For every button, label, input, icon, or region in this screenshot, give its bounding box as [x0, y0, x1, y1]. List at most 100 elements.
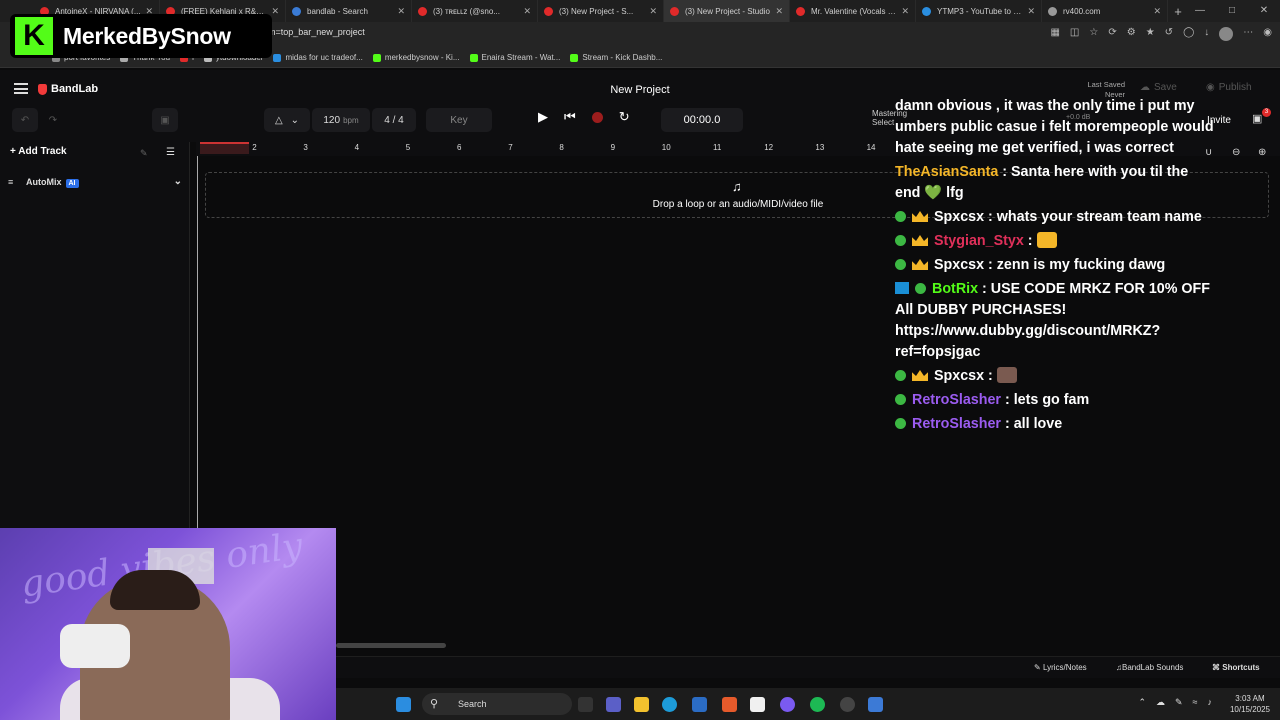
browser-tab[interactable]: YTMP3 - YouTube to MP3 ✕ — [916, 0, 1042, 22]
pen-icon[interactable]: ✎ — [1175, 697, 1183, 708]
close-tab-icon[interactable]: ✕ — [1153, 6, 1161, 17]
url-field[interactable]: m=top_bar_new_project — [268, 27, 365, 37]
screen: AntoineX - NIRVANA (... ✕ (FREE) Kehlani x… — [0, 0, 1280, 720]
close-tab-icon[interactable]: ✕ — [523, 6, 531, 17]
bookmark-item[interactable]: Enaira Stream - Wat... — [469, 53, 560, 62]
browser-tab[interactable]: rv400.com ✕ — [1042, 0, 1168, 22]
save-button[interactable]: ☁ Save — [1140, 82, 1177, 93]
close-tab-icon[interactable]: ✕ — [397, 6, 405, 17]
kick-logo: K — [15, 17, 53, 55]
bookmark-item[interactable]: Stream - Kick Dashb... — [570, 53, 662, 62]
record-icon[interactable] — [591, 111, 603, 123]
browser-tab[interactable]: bandlab - Search ✕ — [286, 0, 412, 22]
chevron-down-icon[interactable]: ⌄ — [174, 176, 182, 187]
extensions-icon[interactable]: ⚙ — [1127, 27, 1136, 41]
metronome-button[interactable]: △ ⌄ — [264, 108, 310, 132]
undo-icon[interactable]: ↶ — [12, 108, 38, 132]
chat-username[interactable]: RetroSlasher — [912, 416, 1001, 432]
copilot-icon[interactable]: ◉ — [1263, 27, 1272, 41]
chat-username[interactable]: Stygian_Styx — [934, 233, 1024, 249]
browser-tab[interactable]: (3) ᴛʀᴇʟʟᴢ (@sno... ✕ — [412, 0, 538, 22]
chevron-up-icon[interactable]: ⌃ — [1138, 697, 1146, 708]
shortcuts-button[interactable]: ⌘ Shortcuts — [1212, 663, 1260, 672]
tempo-field[interactable]: 120 bpm — [312, 108, 370, 132]
gift-icon[interactable]: ▣ — [1252, 112, 1262, 125]
notepad-icon[interactable] — [868, 697, 883, 712]
more-menu-icon[interactable]: ⋯ — [1243, 27, 1253, 41]
shield-icon[interactable]: ◯ — [1183, 27, 1194, 41]
chat-username[interactable]: Spxcsx — [934, 257, 984, 273]
profile-avatar[interactable] — [1219, 27, 1234, 41]
close-tab-icon[interactable]: ✕ — [271, 6, 279, 17]
edge-icon[interactable] — [662, 697, 677, 712]
history-icon[interactable]: ↺ — [1165, 27, 1173, 41]
downloads-icon[interactable]: ↓ — [1204, 27, 1209, 41]
instrument-panel-icon[interactable]: ▣ — [152, 108, 178, 132]
chat-username[interactable]: Spxcsx — [934, 368, 984, 384]
store-icon[interactable] — [692, 697, 707, 712]
bandlab-sounds-button[interactable]: ♫BandLab Sounds — [1116, 663, 1183, 672]
close-tab-icon[interactable]: ✕ — [649, 6, 657, 17]
crown-badge-icon — [912, 259, 928, 270]
browser-tab[interactable]: Mr. Valentine (Vocals O... ✕ — [790, 0, 916, 22]
key-selector[interactable]: Key — [426, 108, 492, 132]
windows-start-icon[interactable] — [396, 697, 411, 712]
tab-favicon-icon — [544, 6, 553, 16]
tab-title: Mr. Valentine (Vocals O... — [811, 6, 898, 16]
copilot-app-icon[interactable] — [722, 697, 737, 712]
chat-username[interactable]: RetroSlasher — [912, 392, 1001, 408]
taskbar-search[interactable]: ⚲ Search — [422, 693, 572, 715]
minimize-icon[interactable]: — — [1184, 0, 1216, 22]
bookmark-icon — [372, 53, 381, 62]
browser-tab[interactable]: (3) New Project - S... ✕ — [538, 0, 664, 22]
track-settings-icon[interactable]: ☰ — [166, 147, 175, 158]
taskbar-clock[interactable]: 3:03 AM 10/15/2025 — [1230, 693, 1270, 715]
lyrics-notes-button[interactable]: ✎ Lyrics/Notes — [1034, 663, 1087, 672]
pencil-icon[interactable]: ✎ — [140, 148, 148, 159]
volume-icon[interactable]: ♪ — [1208, 697, 1213, 708]
chat-username[interactable]: BotRix — [932, 281, 978, 297]
zoom-in-icon[interactable]: ⊕ — [1258, 147, 1266, 158]
tab-favicon-icon — [418, 6, 427, 16]
playhead[interactable] — [197, 156, 198, 528]
spotify-icon[interactable] — [810, 697, 825, 712]
file-explorer-icon[interactable] — [634, 697, 649, 712]
wifi-icon[interactable]: ≈ — [1193, 697, 1198, 708]
close-window-icon[interactable]: ✕ — [1248, 0, 1280, 22]
horizontal-scrollbar[interactable] — [336, 643, 446, 648]
close-tab-icon[interactable]: ✕ — [775, 6, 783, 17]
chat-text: : whats your stream team name — [984, 209, 1202, 225]
favorite-star-icon[interactable]: ☆ — [1089, 27, 1098, 41]
play-icon[interactable]: ▶ — [538, 109, 548, 125]
bookmark-item[interactable]: midas for uc tradeof... — [273, 53, 363, 62]
time-signature-field[interactable]: 4 / 4 — [372, 108, 416, 132]
discord-icon[interactable] — [780, 697, 795, 712]
chat-username[interactable]: TheAsianSanta — [895, 164, 998, 180]
publish-button[interactable]: ◉ Publish — [1206, 82, 1252, 93]
redo-icon[interactable]: ↷ — [40, 108, 66, 132]
close-tab-icon[interactable]: ✕ — [1027, 6, 1035, 17]
browser-tab[interactable]: (3) New Project - Studio ✕ — [664, 0, 790, 22]
refresh-icon[interactable]: ⟳ — [1108, 27, 1116, 41]
add-track-button[interactable]: + Add Track — [10, 146, 67, 157]
loop-region-marker[interactable] — [200, 142, 249, 154]
loop-icon[interactable]: ↻ — [619, 109, 630, 125]
teams-icon[interactable] — [606, 697, 621, 712]
bookmark-item[interactable]: merkedbysnow - Ki... — [372, 53, 460, 62]
cloud-tray-icon[interactable]: ☁ — [1156, 697, 1165, 708]
close-tab-icon[interactable]: ✕ — [901, 6, 909, 17]
chat-username[interactable]: Spxcsx — [934, 209, 984, 225]
favorites-icon[interactable]: ★ — [1146, 27, 1155, 41]
zoom-out-icon[interactable]: ⊖ — [1232, 147, 1240, 158]
task-view-icon[interactable] — [578, 697, 593, 712]
tab-favicon-icon — [1048, 6, 1057, 16]
maximize-icon[interactable]: □ — [1216, 0, 1248, 22]
automix-row[interactable]: ≡ AutoMix AI ⌄ — [0, 172, 190, 194]
last-saved-label: Last Saved — [1087, 80, 1125, 89]
obs-icon[interactable] — [840, 697, 855, 712]
skip-back-icon[interactable]: ⏮ — [564, 109, 576, 125]
app-icon[interactable] — [750, 697, 765, 712]
apps-icon[interactable]: ◫ — [1070, 27, 1079, 41]
read-aloud-icon[interactable]: ▦ — [1050, 27, 1059, 41]
bot-badge-icon — [895, 282, 909, 294]
